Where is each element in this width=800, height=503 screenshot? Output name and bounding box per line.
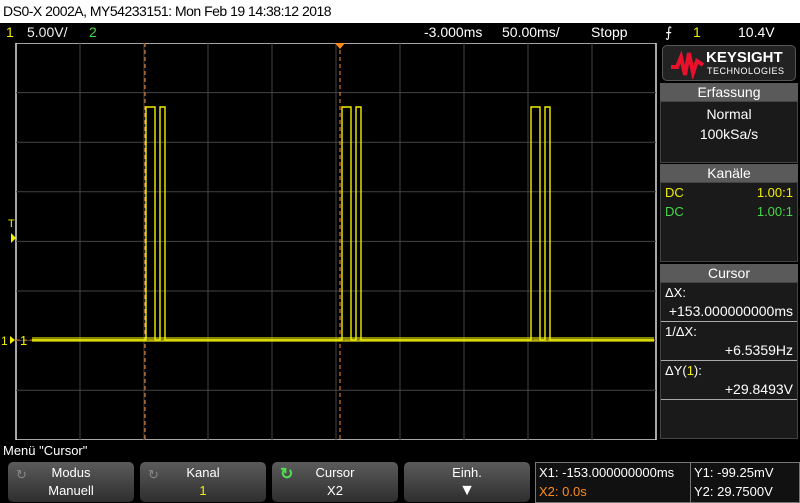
- softkey-channel[interactable]: ↻ Kanal 1: [140, 462, 266, 502]
- coupling: DC: [665, 185, 684, 200]
- keysight-logo: KEYSIGHT TECHNOLOGIES: [662, 45, 796, 81]
- side-panel: KEYSIGHT TECHNOLOGIES Erfassung Normal 1…: [658, 43, 800, 440]
- window-title: DS0-X 2002A, MY54233151: Mon Feb 19 14:3…: [0, 0, 800, 23]
- trigger-level[interactable]: 10.4V: [738, 23, 775, 41]
- brand-name: KEYSIGHT: [706, 49, 783, 66]
- ch1-noise-band: [32, 337, 654, 342]
- dx-value: +153.000000000ms: [661, 302, 797, 322]
- timebase[interactable]: 50.00ms/: [502, 23, 560, 41]
- channels-header[interactable]: Kanäle: [660, 164, 798, 182]
- waveform-display[interactable]: T 1 1: [0, 43, 658, 440]
- acquisition-header[interactable]: Erfassung: [660, 83, 798, 101]
- channel-row-2: DC 1.00:1: [661, 202, 797, 221]
- acquisition-mode: Normal: [706, 106, 752, 122]
- brand-sub: TECHNOLOGIES: [707, 66, 785, 76]
- rising-edge-icon: ⨍: [665, 24, 673, 40]
- x1-readout: X1: -153.000000000ms: [539, 465, 675, 480]
- down-arrow-icon: ▼: [459, 482, 475, 499]
- rotate-icon: ↻: [280, 466, 294, 483]
- channel-row-1: DC 1.00:1: [661, 183, 797, 202]
- softkey-mode[interactable]: ↻ Modus Manuell: [8, 462, 134, 502]
- y2-readout: Y2: 29.7500V: [694, 484, 773, 499]
- ch2-indicator[interactable]: 2: [89, 23, 97, 41]
- trigger-source[interactable]: 1: [693, 23, 701, 41]
- dy-label: ΔY(: [665, 363, 687, 378]
- softkey-value: 1: [199, 483, 207, 498]
- dy-label-end: ):: [693, 363, 702, 378]
- y1-readout: Y1: -99.25mV: [694, 465, 774, 480]
- rotate-icon: ↻: [16, 467, 27, 482]
- softkey-units[interactable]: Einh. ▼: [404, 462, 530, 502]
- x2-readout: X2: 0.0s: [539, 484, 587, 499]
- inv-dx-label: 1/ΔX:: [665, 324, 697, 339]
- cursor-header[interactable]: Cursor: [660, 264, 798, 282]
- probe-ratio: 1.00:1: [756, 204, 793, 219]
- ch1-label: 1: [20, 333, 27, 348]
- ch1-scale[interactable]: 5.00V/: [27, 23, 67, 41]
- dx-label: ΔX:: [665, 285, 686, 300]
- dy-value: +29.8493V: [661, 380, 797, 400]
- keysight-wave-icon: [671, 50, 705, 79]
- run-state: Stopp: [591, 24, 628, 40]
- cursor-readout: X1: -153.000000000ms X2: 0.0s Y1: -99.25…: [535, 462, 800, 503]
- softkey-label: Einh.: [452, 465, 482, 480]
- horizontal-delay[interactable]: -3.000ms: [424, 23, 482, 41]
- rotate-icon: ↻: [148, 467, 159, 482]
- softkey-cursor[interactable]: ↻ Cursor X2: [272, 462, 398, 502]
- probe-ratio: 1.00:1: [756, 185, 793, 200]
- dy-channel: 1: [686, 363, 694, 378]
- coupling: DC: [665, 204, 684, 219]
- menu-label: Menü "Cursor": [3, 443, 88, 458]
- ground-marker[interactable]: 1: [1, 334, 8, 348]
- softkey-value: Manuell: [48, 483, 94, 498]
- status-bar: 1 5.00V/ 2 -3.000ms 50.00ms/ Stopp ⨍ 1 1…: [0, 23, 800, 43]
- inv-dx-value: +6.5359Hz: [661, 341, 797, 361]
- sample-rate: 100kSa/s: [699, 126, 759, 142]
- ground-arrow[interactable]: [10, 336, 15, 344]
- ch1-indicator[interactable]: 1: [6, 23, 14, 41]
- trigger-level-marker: T: [8, 218, 15, 230]
- softkey-value: X2: [327, 483, 343, 498]
- y-readout: Y1: -99.25mV Y2: 29.7500V: [690, 463, 774, 502]
